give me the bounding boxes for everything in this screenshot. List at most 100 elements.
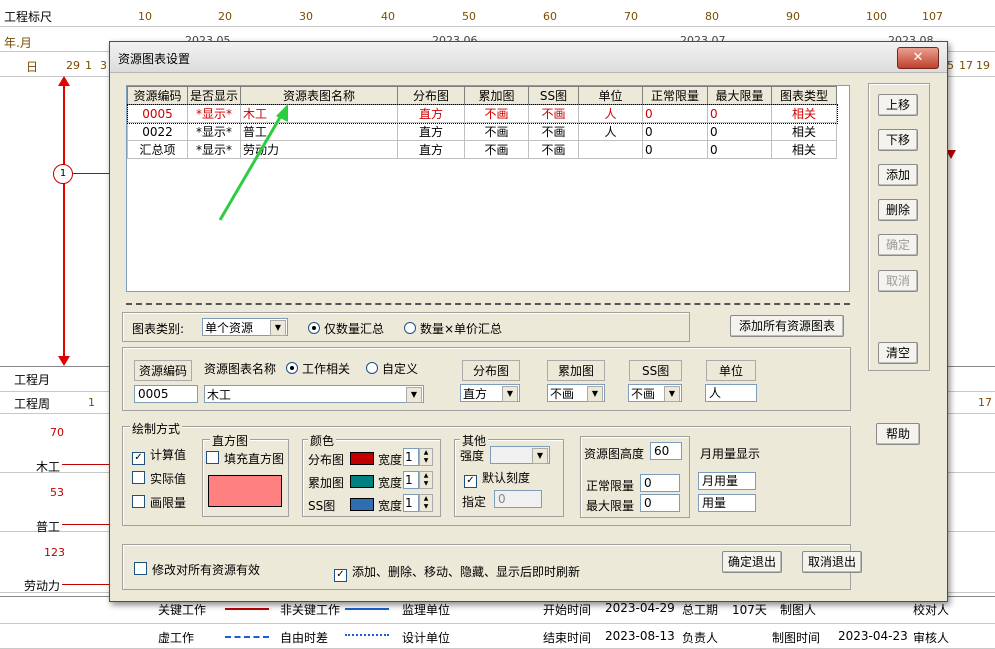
draw-limit-checkbox[interactable]: 画限量 <box>132 494 186 511</box>
monthly-usage-input[interactable]: 月用量 <box>698 472 756 490</box>
cell-unit[interactable]: 人 <box>578 122 643 141</box>
unit-input[interactable]: 人 <box>705 384 757 402</box>
cancel-button[interactable]: 取消 <box>878 270 918 292</box>
chart-category-select[interactable]: 单个资源 ▼ <box>202 318 288 336</box>
normal-limit-input[interactable]: 0 <box>640 474 680 492</box>
accum-select[interactable]: 不画 ▼ <box>547 384 605 402</box>
close-button[interactable]: ✕ <box>897 47 939 69</box>
cell-max-limit[interactable]: 0 <box>707 140 772 159</box>
accum-width-input[interactable]: 1 <box>403 471 419 489</box>
col-header[interactable]: 正常限量 <box>642 86 708 105</box>
code-input[interactable]: 0005 <box>134 385 198 403</box>
cell-chart-type[interactable]: 相关 <box>771 104 837 123</box>
draw-method-label: 绘制方式 <box>130 420 183 437</box>
fill-histogram-label: 填充直方图 <box>224 452 285 466</box>
max-limit-input[interactable]: 0 <box>640 494 680 512</box>
ss-color-swatch[interactable] <box>350 498 374 511</box>
cell-unit[interactable] <box>578 140 643 159</box>
dist-color-swatch[interactable] <box>350 452 374 465</box>
cell-ss[interactable]: 不画 <box>528 122 579 141</box>
cell-dist[interactable]: 直方 <box>397 104 465 123</box>
accum-width-spinner[interactable]: ▲ ▼ <box>419 471 433 489</box>
accum-value: 不画 <box>550 387 575 401</box>
legend-start-label: 开始时间 <box>543 603 592 617</box>
ss-width-label: 宽度 <box>378 499 403 513</box>
specify-input[interactable]: 0 <box>494 490 542 508</box>
col-header[interactable]: 资源编码 <box>127 86 188 105</box>
dist-width-spinner[interactable]: ▲ ▼ <box>419 448 433 466</box>
cell-normal-limit[interactable]: 0 <box>642 104 708 123</box>
legend-drafter: 制图人 <box>780 603 817 617</box>
chevron-down-icon: ▼ <box>406 387 422 403</box>
radio-work-related[interactable]: 工作相关 <box>286 360 350 377</box>
cell-max-limit[interactable]: 0 <box>707 122 772 141</box>
col-header[interactable]: SS图 <box>528 86 579 105</box>
help-button[interactable]: 帮助 <box>876 423 920 445</box>
cell-normal-limit[interactable]: 0 <box>642 140 708 159</box>
apply-all-checkbox[interactable]: 修改对所有资源有效 <box>134 561 260 578</box>
confirm-button[interactable]: 确定 <box>878 234 918 256</box>
delete-button[interactable]: 删除 <box>878 199 918 221</box>
radio-custom[interactable]: 自定义 <box>366 360 418 377</box>
clear-button[interactable]: 清空 <box>878 342 918 364</box>
ok-exit-button[interactable]: 确定退出 <box>722 551 782 573</box>
ruler-tick: 40 <box>381 10 395 23</box>
apply-all-label: 修改对所有资源有效 <box>152 563 261 577</box>
radio-qty-price-summary[interactable]: 数量×单价汇总 <box>404 320 502 337</box>
cell-dist[interactable]: 直方 <box>397 122 465 141</box>
cell-chart-type[interactable]: 相关 <box>771 122 837 141</box>
usage-input[interactable]: 用量 <box>698 494 756 512</box>
col-header[interactable]: 图表类型 <box>771 86 837 105</box>
cell-code[interactable]: 汇总项 <box>127 140 188 159</box>
cell-dist[interactable]: 直方 <box>397 140 465 159</box>
height-input[interactable]: 60 <box>650 442 682 460</box>
cell-max-limit[interactable]: 0 <box>707 104 772 123</box>
move-down-button[interactable]: 下移 <box>878 129 918 151</box>
add-button[interactable]: 添加 <box>878 164 918 186</box>
col-header[interactable]: 累加图 <box>464 86 529 105</box>
cell-accum[interactable]: 不画 <box>464 122 529 141</box>
default-scale-checkbox[interactable]: ✓ 默认刻度 <box>464 469 530 488</box>
cell-code[interactable]: 0005 <box>127 104 188 123</box>
legend-float-line <box>345 634 389 640</box>
histogram-color-swatch[interactable] <box>208 475 282 507</box>
splitter-handle[interactable] <box>126 303 850 308</box>
cell-accum[interactable]: 不画 <box>464 104 529 123</box>
eng-week-first: 1 <box>88 396 95 409</box>
actual-value-checkbox[interactable]: 实际值 <box>132 470 186 487</box>
col-header[interactable]: 分布图 <box>397 86 465 105</box>
cell-normal-limit[interactable]: 0 <box>642 122 708 141</box>
accum-width-label: 宽度 <box>378 476 403 490</box>
cell-code[interactable]: 0022 <box>127 122 188 141</box>
fill-histogram-checkbox[interactable]: 填充直方图 <box>206 450 284 467</box>
normal-limit-label: 正常限量 <box>586 479 635 493</box>
strength-select[interactable]: ▼ <box>490 446 550 464</box>
cell-chart-type[interactable]: 相关 <box>771 140 837 159</box>
add-all-charts-button[interactable]: 添加所有资源图表 <box>730 315 844 337</box>
dist-width-input[interactable]: 1 <box>403 448 419 466</box>
cell-ss[interactable]: 不画 <box>528 140 579 159</box>
calc-value-checkbox[interactable]: ✓ 计算值 <box>132 446 186 465</box>
ss-select[interactable]: 不画 ▼ <box>628 384 682 402</box>
move-up-button[interactable]: 上移 <box>878 94 918 116</box>
refresh-now-checkbox[interactable]: ✓ 添加、删除、移动、隐藏、显示后即时刷新 <box>334 563 580 582</box>
col-header[interactable]: 最大限量 <box>707 86 772 105</box>
cell-accum[interactable]: 不画 <box>464 140 529 159</box>
chart-category-value: 单个资源 <box>205 321 254 335</box>
dist-select[interactable]: 直方 ▼ <box>460 384 520 402</box>
col-header[interactable]: 单位 <box>578 86 643 105</box>
legend-key-line <box>225 608 269 610</box>
ss-width-spinner[interactable]: ▲ ▼ <box>419 494 433 512</box>
cancel-exit-button[interactable]: 取消退出 <box>802 551 862 573</box>
accum-color-swatch[interactable] <box>350 475 374 488</box>
dialog-titlebar[interactable]: 资源图表设置 ✕ <box>110 42 947 73</box>
name-select[interactable]: 木工 ▼ <box>204 385 424 403</box>
cell-ss[interactable]: 不画 <box>528 104 579 123</box>
ss-width-input[interactable]: 1 <box>403 494 419 512</box>
eng-week-label: 工程周 <box>14 397 51 411</box>
name-label: 资源图表名称 <box>204 362 277 376</box>
ss-color-label: SS图 <box>308 499 336 513</box>
radio-qty-summary[interactable]: 仅数量汇总 <box>308 320 384 337</box>
cell-unit[interactable]: 人 <box>578 104 643 123</box>
arrow-up-icon <box>58 76 70 86</box>
